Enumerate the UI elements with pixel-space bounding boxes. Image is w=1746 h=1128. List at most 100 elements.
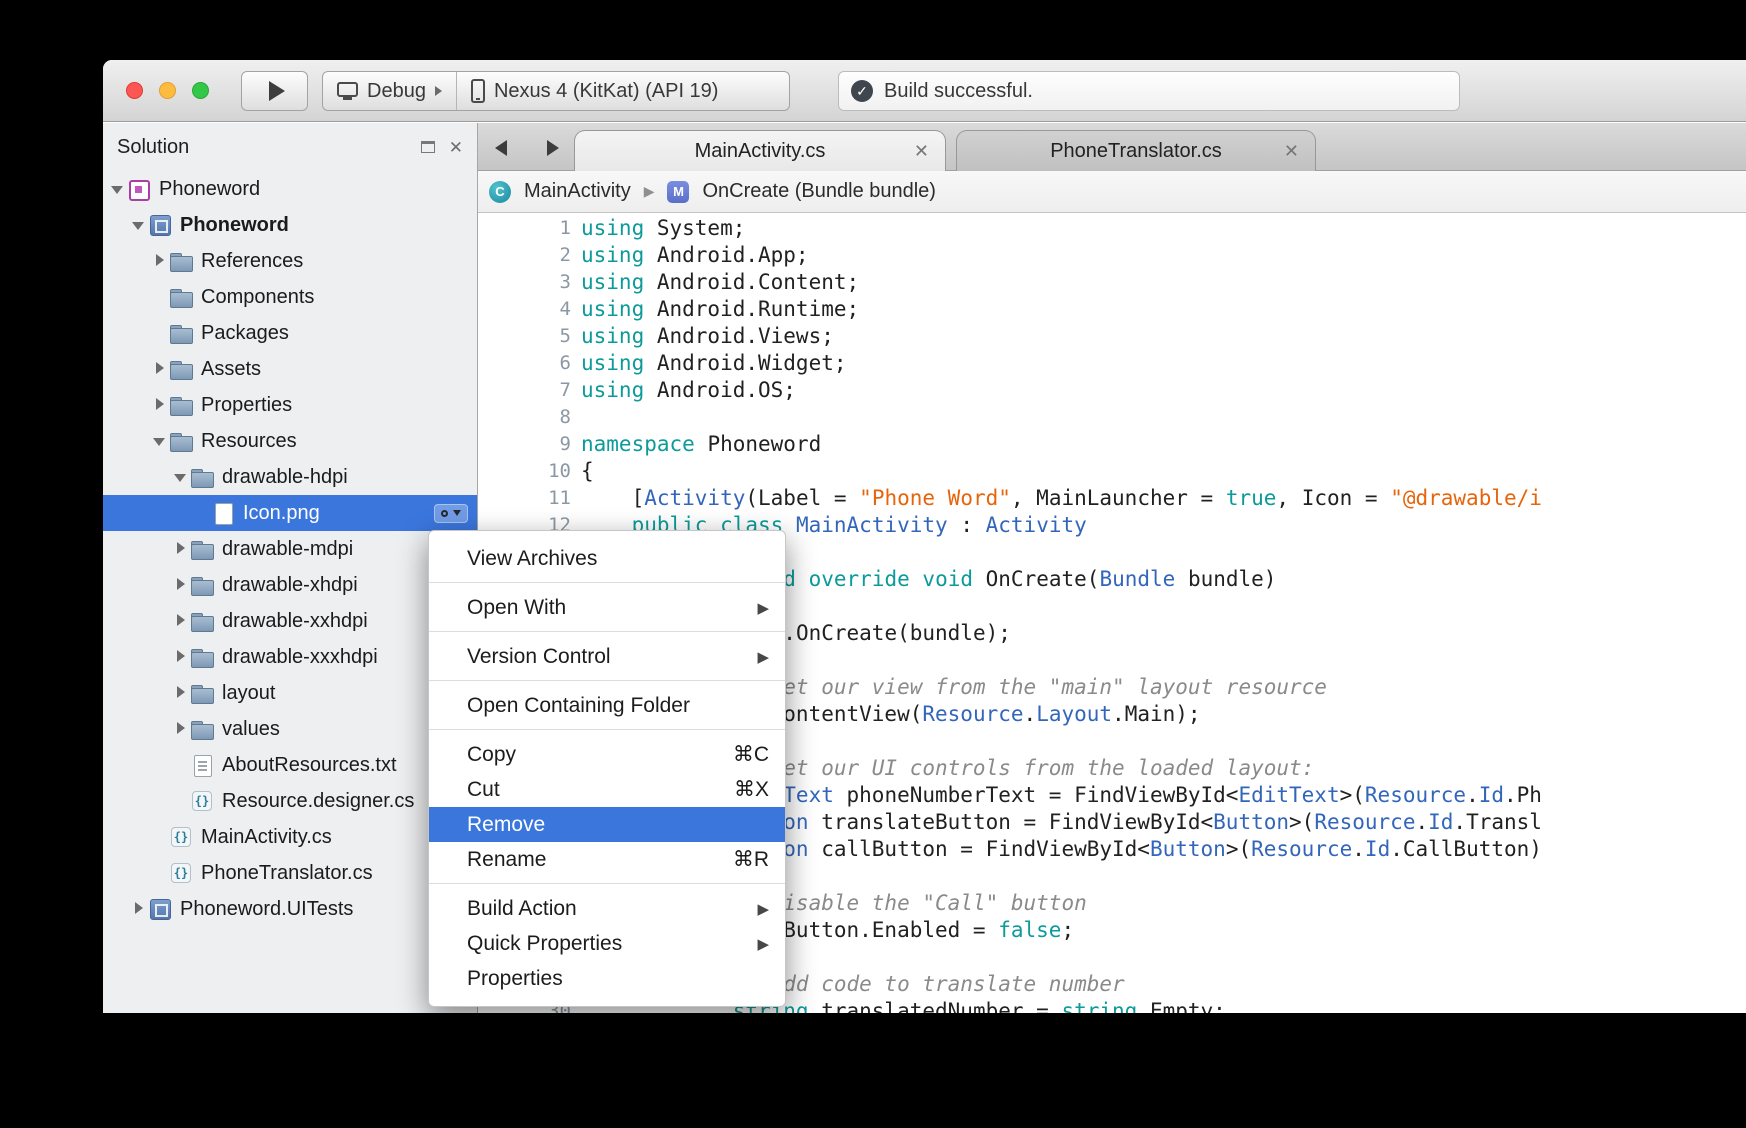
- project-icon: [148, 897, 172, 921]
- disclosure-closed-icon[interactable]: [172, 639, 190, 675]
- menu-item-open-with[interactable]: Open With▶: [429, 590, 785, 625]
- dock-pad-icon[interactable]: [421, 141, 435, 153]
- disclosure-closed-icon[interactable]: [172, 675, 190, 711]
- window-close-button[interactable]: [126, 82, 143, 99]
- chevron-down-icon: [453, 510, 461, 516]
- menu-item-view-archives[interactable]: View Archives: [429, 541, 785, 576]
- close-tab-icon[interactable]: ✕: [1284, 142, 1299, 160]
- menu-item-label: Remove: [467, 813, 545, 837]
- tree-item-assets[interactable]: Assets: [103, 351, 477, 387]
- disclosure-closed-icon[interactable]: [151, 351, 169, 387]
- tree-item-drawable-xxhdpi[interactable]: drawable-xxhdpi: [103, 603, 477, 639]
- tree-item-phoneword-uitests[interactable]: Phoneword.UITests: [103, 891, 477, 927]
- menu-item-cut[interactable]: Cut⌘X: [429, 772, 785, 807]
- code-text: {: [571, 458, 594, 485]
- csharp-braces-icon: {}: [171, 827, 191, 847]
- code-text: using Android.Views;: [571, 323, 834, 350]
- folder-icon: [190, 609, 214, 633]
- build-config-selector[interactable]: Debug: [323, 72, 456, 110]
- line-number: 1: [478, 215, 571, 242]
- breadcrumb-member[interactable]: OnCreate (Bundle bundle): [702, 180, 935, 203]
- disclosure-spacer: [151, 855, 169, 891]
- disclosure-open-icon[interactable]: [109, 171, 127, 207]
- tree-item-references[interactable]: References: [103, 243, 477, 279]
- menu-item-copy[interactable]: Copy⌘C: [429, 737, 785, 772]
- csharp-braces-icon: {}: [192, 791, 212, 811]
- window-minimize-button[interactable]: [159, 82, 176, 99]
- navigate-forward-button[interactable]: [540, 136, 566, 160]
- folder-gear-icon: [169, 285, 193, 309]
- solution-pad-header: Solution ✕: [103, 123, 477, 171]
- line-number: 4: [478, 296, 571, 323]
- close-pad-icon[interactable]: ✕: [449, 139, 463, 156]
- build-success-icon: ✓: [851, 80, 873, 102]
- disclosure-closed-icon[interactable]: [172, 603, 190, 639]
- checkmark-icon: ✓: [856, 83, 868, 100]
- main-content: Solution ✕ PhonewordPhonewordReferencesC…: [103, 123, 1746, 1013]
- tree-item-drawable-mdpi[interactable]: drawable-mdpi: [103, 531, 477, 567]
- menu-item-quick-properties[interactable]: Quick Properties▶: [429, 926, 785, 961]
- tree-item-values[interactable]: values: [103, 711, 477, 747]
- tree-item-drawable-xhdpi[interactable]: drawable-xhdpi: [103, 567, 477, 603]
- navigate-back-button[interactable]: [488, 136, 514, 160]
- disclosure-open-icon[interactable]: [130, 207, 148, 243]
- menu-item-remove[interactable]: Remove: [429, 807, 785, 842]
- disclosure-closed-icon[interactable]: [172, 567, 190, 603]
- play-icon: [269, 81, 285, 101]
- code-text: using Android.Runtime;: [571, 296, 859, 323]
- code-text: [571, 404, 581, 431]
- tree-item-drawable-hdpi[interactable]: drawable-hdpi: [103, 459, 477, 495]
- disclosure-closed-icon[interactable]: [172, 531, 190, 567]
- close-tab-icon[interactable]: ✕: [914, 142, 929, 160]
- disclosure-closed-icon[interactable]: [130, 891, 148, 927]
- tree-item-label: Phoneword.UITests: [180, 898, 353, 921]
- menu-item-version-control[interactable]: Version Control▶: [429, 639, 785, 674]
- tree-item-layout[interactable]: layout: [103, 675, 477, 711]
- tree-item-phoneword[interactable]: Phoneword: [103, 207, 477, 243]
- disclosure-open-icon[interactable]: [151, 423, 169, 459]
- tree-item-icon-png[interactable]: Icon.png: [103, 495, 477, 531]
- breadcrumb-separator-icon: ▶: [644, 183, 655, 200]
- status-display[interactable]: ✓ Build successful.: [838, 71, 1460, 111]
- tree-item-label: drawable-xhdpi: [222, 574, 358, 597]
- disclosure-open-icon[interactable]: [172, 459, 190, 495]
- menu-item-open-containing-folder[interactable]: Open Containing Folder: [429, 688, 785, 723]
- menu-item-properties[interactable]: Properties: [429, 961, 785, 996]
- menu-item-label: Build Action: [467, 897, 577, 921]
- code-line: 10{: [478, 458, 1746, 485]
- menu-item-label: Quick Properties: [467, 932, 622, 956]
- tree-item-properties[interactable]: Properties: [103, 387, 477, 423]
- tree-item-phoneword[interactable]: Phoneword: [103, 171, 477, 207]
- breadcrumb-class[interactable]: MainActivity: [524, 180, 631, 203]
- tree-item-drawable-xxxhdpi[interactable]: drawable-xxxhdpi: [103, 639, 477, 675]
- forward-arrow-icon: [547, 140, 559, 156]
- tree-item-phonetranslator-cs[interactable]: {}PhoneTranslator.cs: [103, 855, 477, 891]
- tree-item-packages[interactable]: Packages: [103, 315, 477, 351]
- folder-icon: [190, 465, 214, 489]
- tree-item-resources[interactable]: Resources: [103, 423, 477, 459]
- folder-icon: [190, 573, 214, 597]
- context-menu: View Archives Open With▶ Version Control▶ O…: [428, 530, 786, 1007]
- disclosure-closed-icon[interactable]: [151, 243, 169, 279]
- menu-item-label: Open Containing Folder: [467, 694, 690, 718]
- tree-item-resource-designer-cs[interactable]: {}Resource.designer.cs: [103, 783, 477, 819]
- disclosure-closed-icon[interactable]: [172, 711, 190, 747]
- disclosure-closed-icon[interactable]: [151, 387, 169, 423]
- device-selector[interactable]: Nexus 4 (KitKat) (API 19): [457, 72, 789, 110]
- tab-mainactivity-cs[interactable]: MainActivity.cs ✕: [574, 130, 946, 171]
- gear-icon: [177, 296, 184, 303]
- tree-item-mainactivity-cs[interactable]: {}MainActivity.cs: [103, 819, 477, 855]
- item-options-gear-button[interactable]: [434, 504, 468, 523]
- menu-item-build-action[interactable]: Build Action▶: [429, 891, 785, 926]
- menu-item-rename[interactable]: Rename⌘R: [429, 842, 785, 877]
- toolbar: Debug Nexus 4 (KitKat) (API 19) ✓ Build …: [103, 60, 1746, 122]
- folder-icon: [190, 645, 214, 669]
- tree-item-components[interactable]: Components: [103, 279, 477, 315]
- tree-item-label: Icon.png: [243, 502, 320, 525]
- tree-item-aboutresources-txt[interactable]: AboutResources.txt: [103, 747, 477, 783]
- window-zoom-button[interactable]: [192, 82, 209, 99]
- code-line: 1using System;: [478, 215, 1746, 242]
- tab-phonetranslator-cs[interactable]: PhoneTranslator.cs ✕: [956, 130, 1316, 171]
- code-text: using Android.Widget;: [571, 350, 847, 377]
- run-button[interactable]: [241, 71, 308, 111]
